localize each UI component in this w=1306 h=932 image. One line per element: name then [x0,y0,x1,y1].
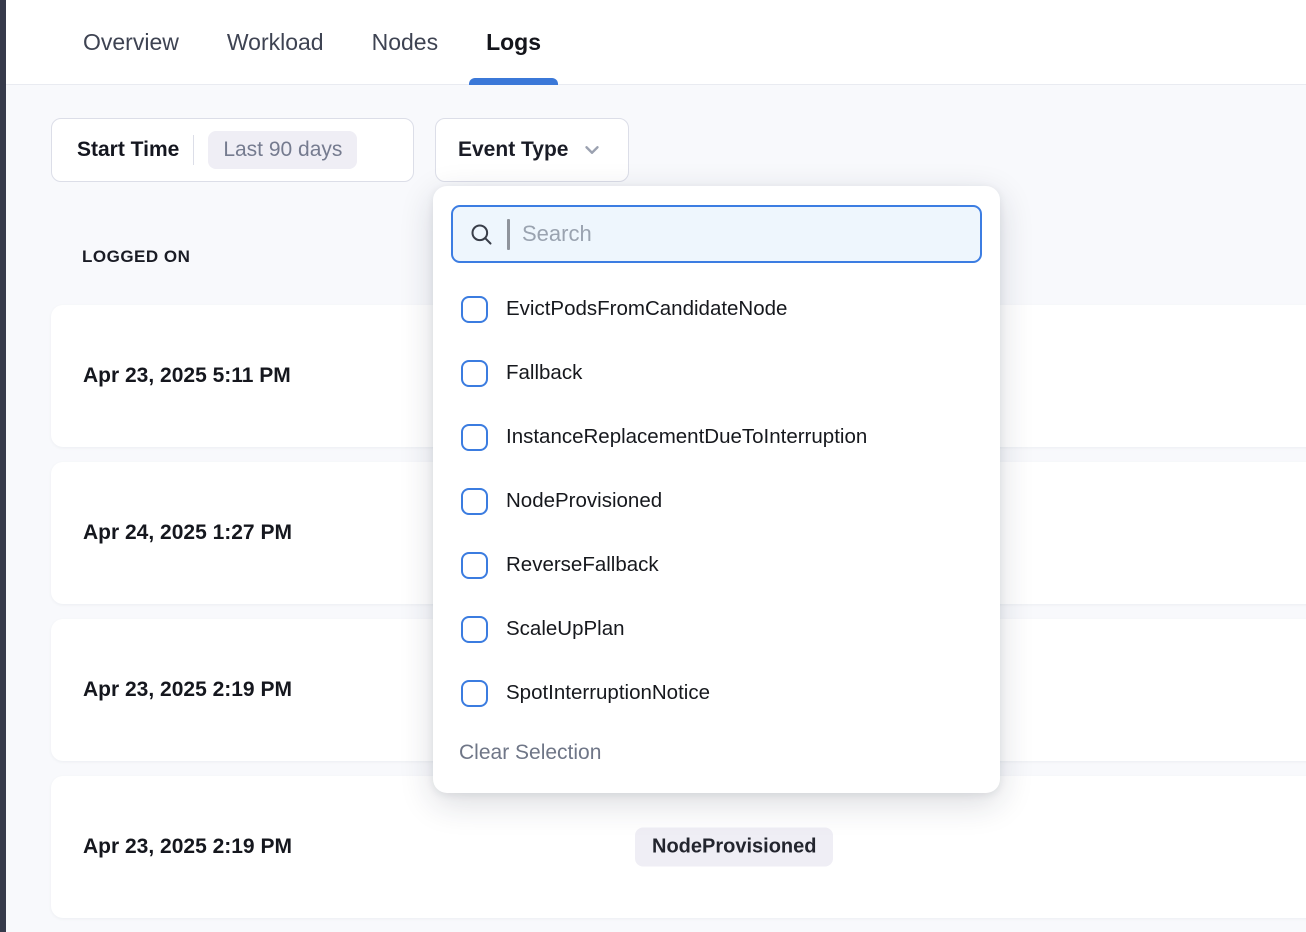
tab[interactable]: Workload [210,0,341,84]
event-type-option-label: EvictPodsFromCandidateNode [506,297,787,321]
event-type-option[interactable]: NodeProvisioned [451,469,982,533]
logged-on-value: Apr 24, 2025 1:27 PM [83,521,292,545]
dropdown-search-input[interactable]: Search [451,205,982,263]
start-time-filter-value: Last 90 days [208,131,357,169]
logged-on-value: Apr 23, 2025 2:19 PM [83,835,292,859]
event-type-option[interactable]: SpotInterruptionNotice [451,661,982,725]
checkbox-unchecked[interactable] [461,360,488,387]
search-placeholder-text: Search [522,221,592,247]
tab[interactable]: Nodes [355,0,455,84]
table-row[interactable]: Apr 23, 2025 2:19 PM NodeProvisioned [51,776,1306,918]
filter-separator [193,135,194,165]
checkbox-unchecked[interactable] [461,488,488,515]
tab-label: Logs [486,29,541,56]
event-type-option[interactable]: EvictPodsFromCandidateNode [451,277,982,341]
event-type-filter-label: Event Type [458,138,568,162]
clear-selection-link[interactable]: Clear Selection [451,741,982,765]
column-header-logged-on: LOGGED ON [82,247,190,267]
sidebar-edge [0,0,6,932]
event-type-option-label: ReverseFallback [506,553,659,577]
event-type-option-label: ScaleUpPlan [506,617,625,641]
logged-on-value: Apr 23, 2025 2:19 PM [83,678,292,702]
checkbox-unchecked[interactable] [461,680,488,707]
event-type-option-label: Fallback [506,361,582,385]
checkbox-unchecked[interactable] [461,296,488,323]
tab-label: Workload [227,29,324,56]
event-type-option[interactable]: ScaleUpPlan [451,597,982,661]
tab-label: Overview [83,29,179,56]
text-cursor [507,219,510,250]
active-tab-underline [469,78,558,85]
start-time-filter-button[interactable]: Start Time Last 90 days [51,118,414,182]
checkbox-unchecked[interactable] [461,616,488,643]
tab[interactable]: Logs [469,0,558,84]
event-type-option-label: InstanceReplacementDueToInterruption [506,425,867,449]
chevron-down-icon [581,139,603,161]
event-type-option[interactable]: InstanceReplacementDueToInterruption [451,405,982,469]
start-time-filter-label: Start Time [77,138,179,162]
checkbox-unchecked[interactable] [461,552,488,579]
event-type-option-label: SpotInterruptionNotice [506,681,710,705]
search-icon [468,221,495,248]
tab[interactable]: Overview [66,0,196,84]
tab-label: Nodes [372,29,438,56]
event-type-option-label: NodeProvisioned [506,489,662,513]
tab-bar: Overview Workload Nodes Logs [0,0,1306,85]
logged-on-value: Apr 23, 2025 5:11 PM [83,364,291,388]
checkbox-unchecked[interactable] [461,424,488,451]
event-type-badge: NodeProvisioned [635,828,833,867]
event-type-option[interactable]: ReverseFallback [451,533,982,597]
event-type-option[interactable]: Fallback [451,341,982,405]
event-type-filter-button[interactable]: Event Type [435,118,629,182]
event-type-dropdown: Search EvictPodsFromCandidateNode Fallba… [433,186,1000,793]
event-type-options: EvictPodsFromCandidateNode Fallback Inst… [451,277,982,725]
